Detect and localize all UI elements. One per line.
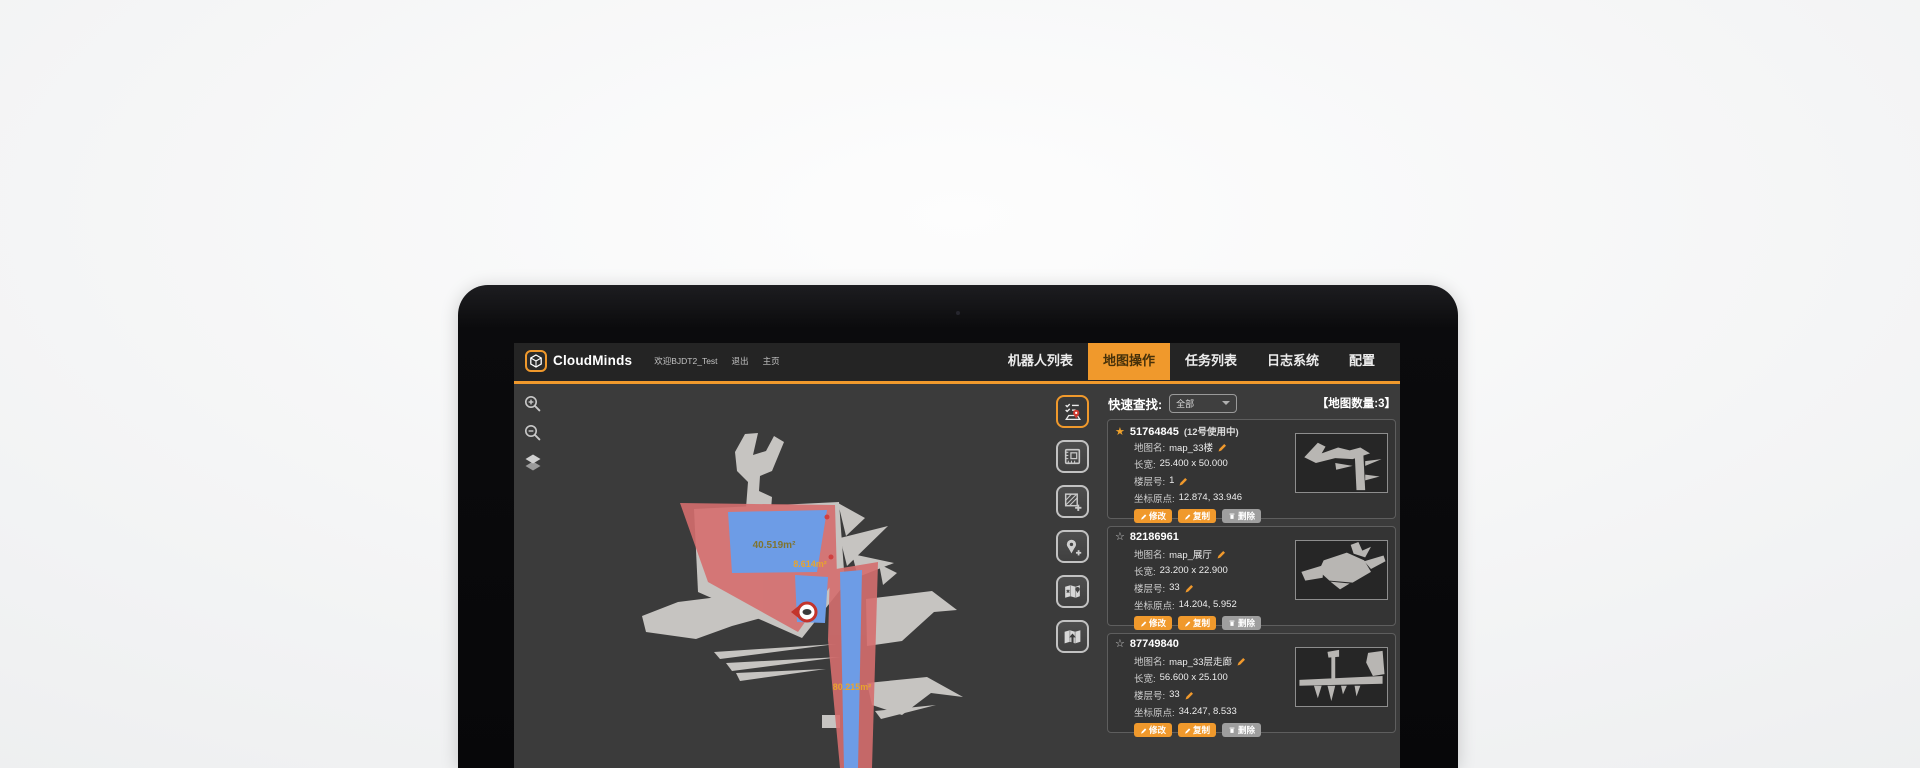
edit-map-button[interactable]: 修改: [1134, 509, 1172, 523]
map-thumbnail[interactable]: [1295, 433, 1388, 493]
copy-map-button[interactable]: 复制: [1178, 509, 1216, 523]
edit-pencil-icon[interactable]: [1216, 549, 1226, 559]
area-label-2: 8.614m²: [793, 559, 827, 569]
map-floor-label: 楼层号:: [1134, 688, 1165, 702]
map-id: 87749840: [1130, 638, 1179, 650]
map-origin-label: 坐标原点:: [1134, 491, 1175, 505]
map-size-value: 25.400 x 50.000: [1160, 458, 1228, 469]
tab-map-operations[interactable]: 地图操作: [1088, 343, 1170, 380]
map-thumbnail[interactable]: [1295, 647, 1388, 707]
map-origin-value: 14.204, 5.952: [1179, 599, 1237, 610]
cloudminds-logo-icon: [525, 350, 547, 372]
edit-pencil-icon[interactable]: [1184, 583, 1194, 593]
map-name-label: 地图名:: [1134, 547, 1165, 561]
filter-dropdown[interactable]: 全部: [1169, 394, 1237, 413]
area-label-3: 80.215m²: [833, 682, 872, 692]
tab-robot-list[interactable]: 机器人列表: [993, 343, 1088, 380]
map-floor-value: 33: [1169, 582, 1180, 593]
map-status: (12号使用中): [1184, 424, 1239, 438]
quick-search-label: 快速查找:: [1108, 394, 1162, 413]
delete-map-button[interactable]: 删除: [1222, 509, 1261, 523]
app-screen: CloudMinds 欢迎BJDT2_Test 退出 主页 机器人列表 地图操作…: [514, 343, 1400, 768]
zoom-out-icon[interactable]: [523, 423, 543, 443]
tool-task-map-list[interactable]: [1056, 395, 1089, 428]
map-size-label: 长宽:: [1134, 671, 1156, 685]
map-list-panel: 快速查找: 全部 【地图数量:3】 ★ 51764845 (12号使用中) 地图…: [1102, 384, 1400, 768]
map-id: 82186961: [1130, 531, 1179, 543]
delete-map-button[interactable]: 删除: [1222, 616, 1261, 630]
star-outline-icon[interactable]: ☆: [1115, 531, 1125, 543]
tool-map-marker[interactable]: [1056, 575, 1089, 608]
map-count-label: 【地图数量:3】: [1317, 395, 1396, 411]
map-workspace: 40.519m² 8.614m² 80.215m²: [514, 384, 1400, 768]
waypoint-dot: [829, 555, 834, 560]
webcam-dot: [956, 311, 960, 315]
map-size-label: 长宽:: [1134, 564, 1156, 578]
delete-map-button[interactable]: 删除: [1222, 723, 1261, 737]
tab-config[interactable]: 配置: [1334, 343, 1390, 380]
robot-map-canvas[interactable]: 40.519m² 8.614m² 80.215m²: [634, 414, 964, 768]
logout-link[interactable]: 退出: [732, 355, 749, 367]
edit-pencil-icon[interactable]: [1236, 656, 1246, 666]
area-label-1: 40.519m²: [753, 540, 796, 551]
copy-map-button[interactable]: 复制: [1178, 723, 1216, 737]
main-nav: 机器人列表 地图操作 任务列表 日志系统 配置: [993, 343, 1390, 380]
map-floor-value: 1: [1169, 475, 1174, 486]
map-name-label: 地图名:: [1134, 654, 1165, 668]
tool-measure-area[interactable]: [1056, 440, 1089, 473]
edit-pencil-icon[interactable]: [1178, 476, 1188, 486]
tool-add-zone[interactable]: [1056, 485, 1089, 518]
edit-map-button[interactable]: 修改: [1134, 723, 1172, 737]
map-floor-label: 楼层号:: [1134, 474, 1165, 488]
app-header: CloudMinds 欢迎BJDT2_Test 退出 主页 机器人列表 地图操作…: [514, 343, 1400, 384]
panel-top-row: 快速查找: 全部 【地图数量:3】: [1102, 384, 1400, 413]
tool-add-point[interactable]: [1056, 530, 1089, 563]
zoom-in-icon[interactable]: [523, 394, 543, 414]
tool-upload-map[interactable]: [1056, 620, 1089, 653]
map-name-label: 地图名:: [1134, 440, 1165, 454]
tab-task-list[interactable]: 任务列表: [1170, 343, 1252, 380]
laptop-mockup: CloudMinds 欢迎BJDT2_Test 退出 主页 机器人列表 地图操作…: [458, 285, 1458, 768]
map-size-value: 23.200 x 22.900: [1160, 565, 1228, 576]
map-size-value: 56.600 x 25.100: [1160, 672, 1228, 683]
map-floor-label: 楼层号:: [1134, 581, 1165, 595]
brand-title: CloudMinds: [553, 353, 632, 368]
map-thumbnail[interactable]: [1295, 540, 1388, 600]
copy-map-button[interactable]: 复制: [1178, 616, 1216, 630]
map-name-value: map_33层走廊: [1169, 654, 1232, 668]
map-controls: [523, 394, 543, 472]
map-name-value: map_33楼: [1169, 440, 1213, 454]
edit-pencil-icon[interactable]: [1184, 690, 1194, 700]
map-card[interactable]: ☆ 82186961 地图名: map_展厅 长宽: 23.200 x 22.900…: [1107, 526, 1396, 626]
map-origin-value: 34.247, 8.533: [1179, 706, 1237, 717]
waypoint-dot: [825, 515, 830, 520]
map-name-value: map_展厅: [1169, 547, 1212, 561]
map-toolbar: [1056, 395, 1089, 653]
star-filled-icon[interactable]: ★: [1115, 426, 1125, 438]
home-link[interactable]: 主页: [763, 355, 780, 367]
map-card[interactable]: ☆ 87749840 地图名: map_33层走廊 长宽: 56.600 x 25.…: [1107, 633, 1396, 733]
map-origin-label: 坐标原点:: [1134, 705, 1175, 719]
map-id: 51764845: [1130, 426, 1179, 438]
map-floor-value: 33: [1169, 689, 1180, 700]
filter-value: 全部: [1176, 397, 1194, 410]
chevron-down-icon: [1222, 401, 1230, 405]
welcome-user-label: 欢迎BJDT2_Test: [654, 355, 717, 367]
map-origin-label: 坐标原点:: [1134, 598, 1175, 612]
star-outline-icon[interactable]: ☆: [1115, 638, 1125, 650]
layers-icon[interactable]: [523, 452, 543, 472]
map-size-label: 长宽:: [1134, 457, 1156, 471]
edit-map-button[interactable]: 修改: [1134, 616, 1172, 630]
map-card[interactable]: ★ 51764845 (12号使用中) 地图名: map_33楼 长宽: 25.40…: [1107, 419, 1396, 519]
map-origin-value: 12.874, 33.946: [1179, 492, 1242, 503]
edit-pencil-icon[interactable]: [1217, 442, 1227, 452]
tab-log-system[interactable]: 日志系统: [1252, 343, 1334, 380]
